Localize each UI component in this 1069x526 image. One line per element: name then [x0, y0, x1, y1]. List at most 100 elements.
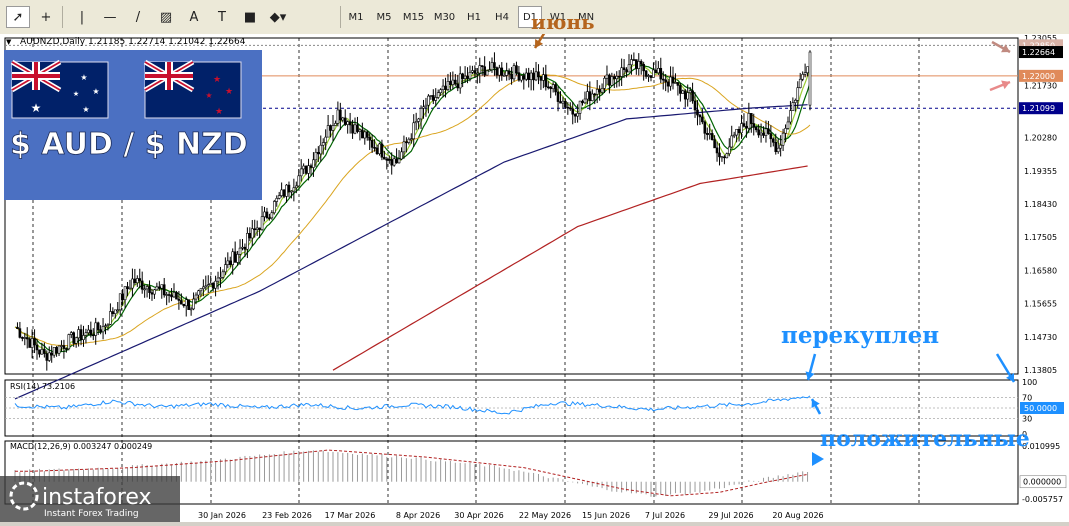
candle-body: [126, 286, 129, 289]
candle-body: [510, 74, 513, 80]
timeframe-h1-button[interactable]: H1: [462, 6, 486, 28]
candle-body: [688, 90, 692, 93]
candle-body: [40, 349, 44, 355]
candle-body: [385, 158, 389, 161]
candle-body: [111, 311, 115, 314]
candle-body: [458, 73, 462, 89]
price-tick-label: 1.15655: [1024, 300, 1057, 309]
candle-body: [529, 72, 533, 81]
candle-body: [224, 264, 227, 273]
candle-body: [762, 132, 765, 136]
toolbar-separator: [62, 6, 63, 28]
time-tick-label: 30 Jan 2026: [198, 511, 246, 520]
candle-body: [368, 137, 371, 141]
candle-body: [400, 151, 403, 160]
candle-body: [512, 65, 516, 80]
candle-body: [96, 322, 100, 330]
candle-body: [691, 90, 694, 102]
banner-label: $ AUD / $ NZD: [10, 127, 248, 162]
candle-body: [517, 72, 521, 81]
candle-body: [715, 147, 719, 154]
candle-body: [319, 144, 323, 155]
timeframe-m15-button[interactable]: M15: [400, 6, 427, 28]
candle-body: [131, 278, 134, 289]
candle-body: [581, 100, 584, 104]
timeframe-m30-button[interactable]: M30: [431, 6, 458, 28]
candle-body: [461, 73, 464, 79]
chart-header-triangle-icon[interactable]: ▼: [6, 38, 12, 46]
chart-area[interactable]: 50.0000 100 70 30 0 0.010995 0.000000 -0.00575…: [0, 10, 1069, 522]
crosshair-tool-icon[interactable]: +: [34, 6, 58, 28]
candle-body: [346, 121, 349, 125]
candle-body: [417, 118, 420, 122]
timeframe-h4-button[interactable]: H4: [490, 6, 514, 28]
candle-body: [434, 97, 438, 101]
candle-body: [104, 325, 107, 327]
candle-body: [571, 108, 575, 115]
candle-body: [698, 114, 702, 118]
candle-body: [522, 75, 526, 80]
candle-body: [209, 282, 212, 286]
candle-body: [463, 75, 467, 79]
candle-body: [133, 278, 137, 284]
timeframe-m5-button[interactable]: M5: [372, 6, 396, 28]
candle-body: [681, 90, 685, 94]
rectangle-tool-icon[interactable]: ■: [238, 6, 262, 28]
timeframe-m1-button[interactable]: M1: [344, 6, 368, 28]
candle-body: [395, 158, 398, 164]
text-tool-icon[interactable]: A: [182, 6, 206, 28]
candle-body: [246, 233, 249, 250]
candle-body: [588, 91, 592, 101]
candle-body: [155, 286, 159, 291]
candle-body: [705, 133, 709, 135]
candle-body: [175, 292, 178, 300]
candle-body: [630, 59, 633, 66]
shapes-tool-icon[interactable]: ◆▾: [266, 6, 290, 28]
candle-body: [373, 147, 376, 149]
label-tool-icon[interactable]: T: [210, 6, 234, 28]
candle-body: [644, 70, 648, 77]
candle-body: [427, 95, 430, 106]
candle-body: [476, 72, 479, 75]
candle-body: [610, 76, 614, 86]
candle-body: [162, 284, 166, 296]
candle-body: [444, 85, 447, 90]
cursor-tool-icon[interactable]: ➚: [6, 6, 30, 28]
candle-body: [336, 109, 340, 124]
candle-body: [551, 84, 555, 90]
candle-body: [674, 82, 677, 84]
candle-body: [60, 345, 63, 347]
price-level-low-label: 1.21099: [1022, 104, 1055, 113]
candle-body: [170, 294, 173, 298]
candle-body: [160, 284, 164, 289]
candle-body: [556, 91, 560, 102]
candle-body: [583, 98, 587, 104]
candle-body: [109, 311, 112, 325]
candle-body: [383, 156, 386, 160]
candle-body: [101, 326, 105, 333]
candle-body: [365, 131, 369, 138]
candle-body: [353, 124, 357, 134]
candle-body: [128, 287, 132, 290]
candle-body: [123, 286, 127, 301]
candle-body: [745, 126, 748, 129]
candle-body: [451, 79, 455, 85]
candle-body: [718, 152, 721, 158]
candle-body: [796, 87, 800, 101]
horizontal-line-tool-icon[interactable]: —: [98, 6, 122, 28]
channel-tool-icon[interactable]: ▨: [154, 6, 178, 28]
candle-body: [312, 159, 315, 168]
candle-body: [397, 158, 401, 164]
candle-body: [285, 184, 288, 197]
candle-body: [637, 61, 641, 69]
trendline-tool-icon[interactable]: /: [126, 6, 150, 28]
vertical-line-tool-icon[interactable]: |: [70, 6, 94, 28]
candle-body: [414, 121, 418, 124]
new-zealand-flag-star-icon: ★: [205, 91, 212, 100]
candle-body: [238, 247, 242, 255]
candle-body: [803, 72, 807, 75]
candle-body: [172, 292, 176, 298]
candle-body: [136, 278, 139, 284]
candle-body: [625, 69, 628, 73]
candle-body: [307, 165, 310, 174]
